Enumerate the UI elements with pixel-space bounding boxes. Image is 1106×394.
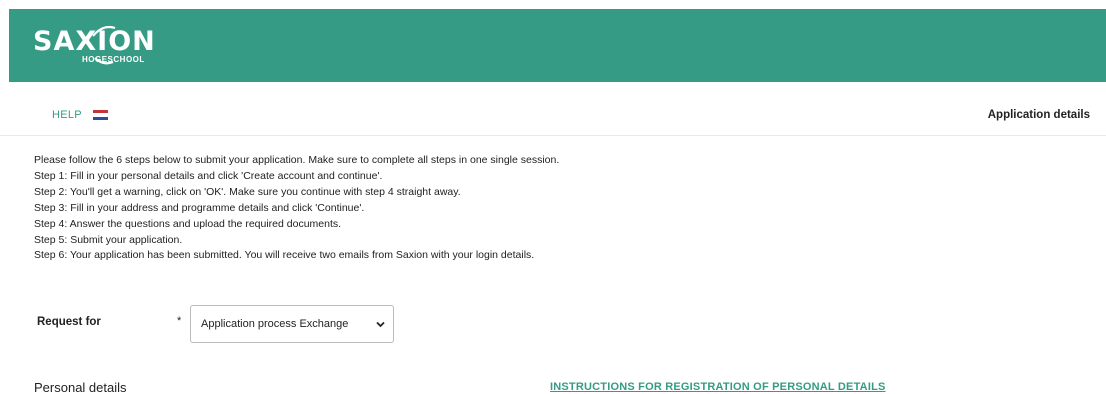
request-for-select[interactable]: Application process Exchange — [190, 305, 394, 343]
netherlands-flag-icon[interactable] — [93, 110, 108, 120]
instruction-step-3: Step 3: Fill in your address and program… — [34, 201, 365, 214]
instruction-step-5: Step 5: Submit your application. — [34, 233, 183, 246]
chevron-down-icon — [376, 321, 385, 328]
required-marker: * — [177, 315, 182, 327]
request-for-row: Request for * Application process Exchan… — [37, 305, 437, 343]
instruction-step-2: Step 2: You'll get a warning, click on '… — [34, 185, 461, 198]
registration-instructions-link[interactable]: INSTRUCTIONS FOR REGISTRATION OF PERSONA… — [550, 381, 886, 393]
request-for-label: Request for — [37, 316, 101, 328]
instruction-step-4: Step 4: Answer the questions and upload … — [34, 217, 342, 230]
personal-details-heading: Personal details — [34, 380, 127, 394]
instruction-step-1: Step 1: Fill in your personal details an… — [34, 169, 383, 182]
site-header: SAXION HOGESCHOOL — [9, 9, 1106, 82]
instructions-block: Please follow the 6 steps below to submi… — [34, 153, 1034, 264]
request-for-selected-value: Application process Exchange — [201, 318, 349, 330]
help-link[interactable]: HELP — [52, 109, 82, 121]
logo-subtext: HOGESCHOOL — [82, 55, 145, 64]
page-title: Application details — [987, 109, 1090, 121]
instruction-step-6: Step 6: Your application has been submit… — [34, 249, 535, 262]
instruction-intro: Please follow the 6 steps below to submi… — [34, 154, 560, 166]
top-bar: HELP Application details — [0, 100, 1106, 136]
saxion-logo[interactable]: SAXION HOGESCHOOL — [33, 22, 193, 72]
